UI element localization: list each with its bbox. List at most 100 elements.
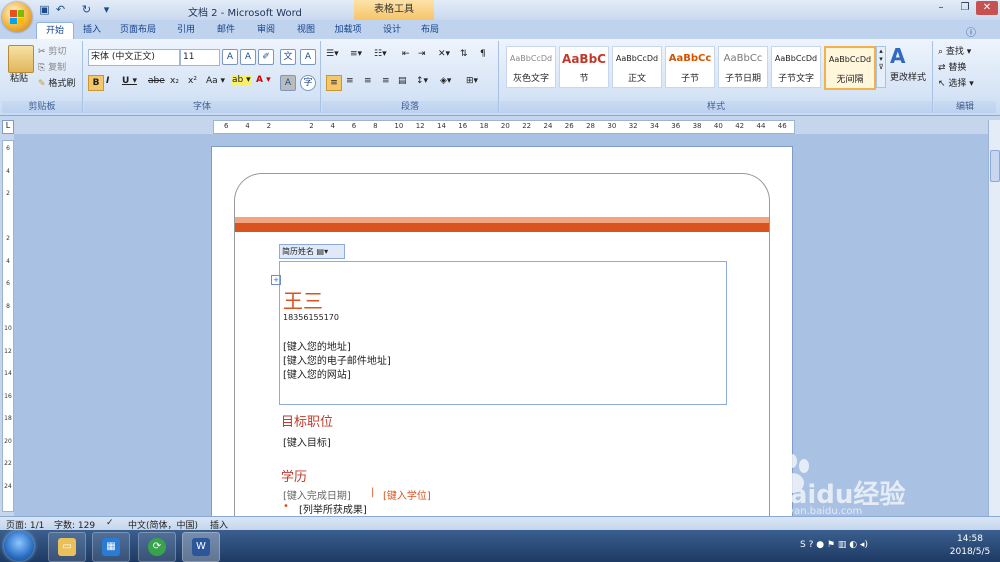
style-gray-text[interactable]: AaBbCcDd 灰色文字: [506, 46, 556, 88]
tab-design[interactable]: 设计: [374, 22, 410, 39]
phonetic-guide-icon[interactable]: 文: [280, 49, 296, 65]
char-border-icon[interactable]: A: [300, 49, 316, 65]
tab-selector[interactable]: L: [2, 120, 14, 134]
line-spacing-icon[interactable]: ↕▾: [416, 76, 428, 86]
style-section[interactable]: AaBbC 节: [559, 46, 609, 88]
taskbar-explorer[interactable]: ▭: [48, 532, 86, 562]
underline-button[interactable]: U ▾: [122, 76, 137, 86]
style-no-spacing[interactable]: AaBbCcDd 无间隔: [824, 46, 876, 90]
website-field[interactable]: [键入您的网站]: [283, 366, 351, 381]
font-color-icon[interactable]: A ▾: [256, 75, 271, 85]
font-name-combo[interactable]: 宋体 (中文正文): [88, 49, 180, 66]
tab-page-layout[interactable]: 页面布局: [112, 22, 164, 39]
tab-review[interactable]: 审阅: [248, 22, 284, 39]
grow-font-icon[interactable]: A: [222, 49, 238, 65]
style-subsection[interactable]: AaBbCc 子节: [665, 46, 715, 88]
address-field[interactable]: [键入您的地址]: [283, 338, 351, 353]
format-painter-button[interactable]: ✎ 格式刷: [38, 76, 75, 89]
resume-name[interactable]: 王三: [283, 285, 323, 314]
highlight-icon[interactable]: ab ▾: [232, 75, 251, 85]
undo-icon[interactable]: ↶: [54, 3, 67, 16]
superscript-button[interactable]: x²: [188, 76, 197, 86]
system-tray-icons[interactable]: S ? ● ⚑ ▥ ◐ ◂): [800, 540, 920, 550]
distributed-icon[interactable]: ▤: [398, 76, 407, 86]
align-center-icon[interactable]: ≡: [346, 76, 354, 86]
clock-time[interactable]: 14:58: [944, 534, 996, 544]
name-content-control[interactable]: [279, 261, 727, 405]
tab-addins[interactable]: 加载项: [326, 22, 370, 39]
cut-button[interactable]: ✂ 剪切: [38, 44, 66, 57]
style-normal[interactable]: AaBbCcDd 正文: [612, 46, 662, 88]
start-button[interactable]: [4, 531, 34, 561]
email-field[interactable]: [键入您的电子邮件地址]: [283, 352, 391, 367]
completion-date-field[interactable]: [键入完成日期]: [283, 487, 351, 502]
change-styles-button[interactable]: 更改样式: [890, 70, 926, 83]
section-target-position[interactable]: 目标职位: [281, 411, 333, 430]
shading-icon[interactable]: ◈▾: [440, 76, 451, 86]
tab-references[interactable]: 引用: [168, 22, 204, 39]
maximize-button[interactable]: ❐: [954, 1, 976, 15]
taskbar-app2[interactable]: ▦: [92, 532, 130, 562]
sort-icon[interactable]: ⇅: [460, 49, 468, 59]
borders-icon[interactable]: ⊞▾: [466, 76, 478, 86]
editing-group: ⌕ 查找 ▾ ⇄ 替换 ↖ 选择 ▾ 编辑: [934, 41, 996, 113]
taskbar-word[interactable]: W: [182, 532, 220, 562]
paste-button[interactable]: 粘贴: [10, 71, 28, 84]
italic-button[interactable]: I: [106, 76, 109, 86]
chinese-layout-icon[interactable]: ✕▾: [438, 49, 450, 59]
replace-button[interactable]: ⇄ 替换: [938, 60, 966, 73]
horizontal-ruler[interactable]: 6 4 2 2 4 6 8 10 12 14 16 18 20 22 24 26 28 30 32 34 36 38 40 4…: [213, 120, 795, 134]
enclose-char-icon[interactable]: 字: [300, 75, 316, 91]
find-button[interactable]: ⌕ 查找 ▾: [938, 44, 971, 57]
style-subsection-text[interactable]: AaBbCcDd 子节文字: [771, 46, 821, 88]
section-education[interactable]: 学历: [281, 466, 307, 485]
paste-icon[interactable]: [8, 45, 34, 73]
phone-number[interactable]: 18356155170: [283, 313, 339, 322]
decrease-indent-icon[interactable]: ⇤: [402, 49, 410, 59]
char-shading-icon[interactable]: A: [280, 75, 296, 91]
table-move-icon[interactable]: +: [271, 275, 281, 285]
tab-insert[interactable]: 插入: [76, 22, 108, 39]
styles-scroll[interactable]: ▴ ▾ ⊽: [876, 46, 886, 88]
tab-view[interactable]: 视图: [288, 22, 324, 39]
increase-indent-icon[interactable]: ⇥: [418, 49, 426, 59]
degree-field[interactable]: [键入学位]: [383, 487, 431, 502]
close-button[interactable]: ✕: [976, 1, 998, 15]
select-button[interactable]: ↖ 选择 ▾: [938, 76, 974, 89]
clear-format-icon[interactable]: ✐: [258, 49, 274, 65]
subscript-button[interactable]: x₂: [170, 76, 179, 86]
align-right-icon[interactable]: ≡: [364, 76, 372, 86]
copy-button[interactable]: ⎘ 复制: [38, 60, 66, 73]
font-size-combo[interactable]: 11: [180, 49, 220, 66]
taskbar-app3[interactable]: ⟳: [138, 532, 176, 562]
minimize-button[interactable]: –: [930, 1, 952, 15]
achievements-field[interactable]: [列举所获成果]: [299, 501, 367, 516]
change-case-button[interactable]: Aa ▾: [206, 76, 225, 86]
content-control-tag[interactable]: 简历姓名 ▤▾: [279, 244, 345, 259]
strikethrough-button[interactable]: abe: [148, 76, 165, 86]
tab-home[interactable]: 开始: [36, 22, 74, 40]
bullets-icon[interactable]: ☰▾: [326, 49, 339, 59]
numbering-icon[interactable]: ≡▾: [350, 49, 362, 59]
tab-layout[interactable]: 布局: [412, 22, 448, 39]
target-field[interactable]: [键入目标]: [283, 434, 331, 449]
save-icon[interactable]: ▣: [38, 3, 51, 16]
bold-button[interactable]: B: [88, 75, 104, 91]
tab-mailings[interactable]: 邮件: [208, 22, 244, 39]
qat-dropdown-icon[interactable]: ▾: [100, 3, 113, 16]
multilevel-list-icon[interactable]: ☷▾: [374, 49, 387, 59]
align-left-icon[interactable]: ≡: [326, 75, 342, 91]
style-subsection-date[interactable]: AaBbCc 子节日期: [718, 46, 768, 88]
change-styles-icon[interactable]: A: [890, 44, 905, 68]
justify-icon[interactable]: ≡: [382, 76, 390, 86]
redo-icon[interactable]: ↻: [80, 3, 93, 16]
vertical-ruler[interactable]: 6 4 2 2 4 6 8 10 12 14 16 18 20 22 24: [2, 140, 14, 512]
help-icon[interactable]: ⓘ: [966, 24, 976, 39]
show-marks-icon[interactable]: ¶: [480, 49, 486, 59]
document-page[interactable]: 简历姓名 ▤▾ + 王三 18356155170 [键入您的地址] [键入您的电…: [212, 147, 792, 534]
scrollbar-thumb[interactable]: [990, 150, 1000, 182]
office-button[interactable]: [2, 2, 32, 32]
proofing-icon[interactable]: ✓: [106, 518, 114, 528]
shrink-font-icon[interactable]: A: [240, 49, 256, 65]
clock-date[interactable]: 2018/5/5: [944, 547, 996, 557]
